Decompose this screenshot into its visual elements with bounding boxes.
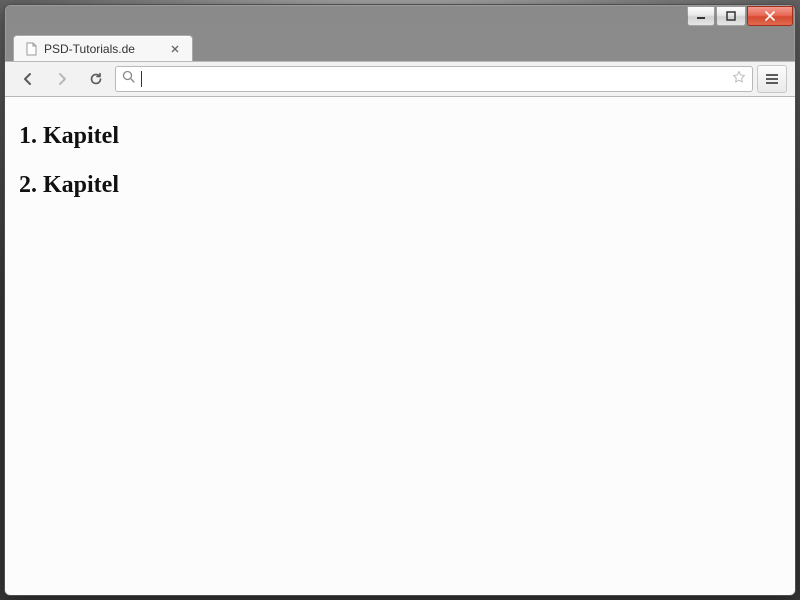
address-input[interactable] bbox=[148, 67, 726, 91]
browser-tab[interactable]: PSD-Tutorials.de bbox=[13, 35, 193, 61]
menu-button[interactable] bbox=[757, 65, 787, 93]
forward-button[interactable] bbox=[47, 65, 77, 93]
reload-icon bbox=[88, 71, 104, 87]
close-icon bbox=[764, 11, 776, 21]
arrow-right-icon bbox=[54, 71, 70, 87]
search-icon bbox=[122, 70, 135, 88]
reload-button[interactable] bbox=[81, 65, 111, 93]
close-icon bbox=[171, 45, 179, 53]
tab-close-button[interactable] bbox=[168, 42, 182, 56]
tab-strip: PSD-Tutorials.de bbox=[5, 31, 795, 61]
back-button[interactable] bbox=[13, 65, 43, 93]
browser-window: PSD-Tutorials.de bbox=[4, 4, 796, 596]
page-content: 1. Kapitel 2. Kapitel bbox=[5, 97, 795, 595]
maximize-icon bbox=[726, 11, 736, 21]
arrow-left-icon bbox=[20, 71, 36, 87]
hamburger-icon bbox=[765, 73, 779, 85]
bookmark-star-icon[interactable] bbox=[732, 70, 746, 89]
browser-toolbar bbox=[5, 61, 795, 97]
window-controls bbox=[687, 6, 793, 31]
heading-1: 1. Kapitel bbox=[19, 123, 781, 150]
tab-title: PSD-Tutorials.de bbox=[44, 42, 135, 56]
minimize-button[interactable] bbox=[687, 6, 715, 26]
close-button[interactable] bbox=[747, 6, 793, 26]
heading-2: 2. Kapitel bbox=[19, 172, 781, 199]
address-bar[interactable] bbox=[115, 66, 753, 92]
page-icon bbox=[24, 42, 38, 56]
maximize-button[interactable] bbox=[716, 6, 746, 26]
text-cursor bbox=[141, 71, 142, 87]
window-titlebar[interactable] bbox=[5, 5, 795, 31]
minimize-icon bbox=[696, 11, 706, 21]
